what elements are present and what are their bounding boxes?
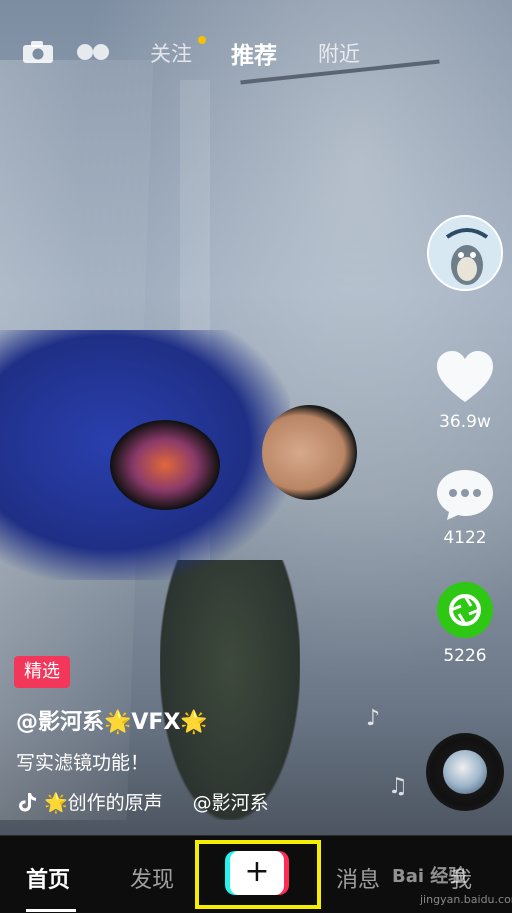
tab-recommended[interactable]: 推荐 [231,36,277,70]
music-disc[interactable] [426,733,504,811]
camera-icon[interactable] [22,40,54,64]
comment-count: 4122 [443,528,487,548]
tab-nearby[interactable]: 附近 [318,38,360,68]
nav-discover[interactable]: 发现 [130,862,174,894]
video-person-shirt [110,420,220,510]
baidu-watermark: Bai 经验 [392,866,467,887]
nav-messages[interactable]: 消息 [336,862,380,894]
comment-bubble-icon [437,470,493,520]
music-note-icon: ♪ [366,706,381,731]
video-person-head [262,405,357,500]
video-caption: 写实滤镜功能！ [16,752,150,774]
music-title: 🌟创作的原声 [44,792,163,814]
highlight-box [195,840,321,909]
top-bar: 关注 推荐 附近 [0,30,512,78]
like-button[interactable]: 36.9w [430,350,500,432]
baidu-watermark-url: jingyan.baidu.com [420,893,512,906]
nav-home[interactable]: 首页 [26,862,70,894]
share-button[interactable]: 5226 [430,580,500,666]
music-note-icon: ♫ [388,774,408,799]
featured-badge: 精选 [14,656,70,688]
video-trees [160,560,300,820]
comment-button[interactable]: 4122 [430,468,500,548]
like-count: 36.9w [439,412,491,432]
following-notification-dot [198,36,206,44]
music-cover-icon [443,750,487,794]
heart-icon [437,351,493,402]
share-count: 5226 [443,646,487,666]
tab-following[interactable]: 关注 [150,38,192,68]
creator-avatar[interactable] [427,215,503,291]
tiktok-note-icon [19,792,36,811]
aperture-share-icon [437,582,493,638]
live-dots-icon[interactable] [76,42,110,62]
music-author: @影河系 [192,792,269,814]
author-name[interactable]: @影河系🌟VFX🌟 [16,704,208,736]
music-info[interactable]: 🌟创作的原声 @影河系 [16,788,269,815]
nav-home-indicator [26,909,76,912]
